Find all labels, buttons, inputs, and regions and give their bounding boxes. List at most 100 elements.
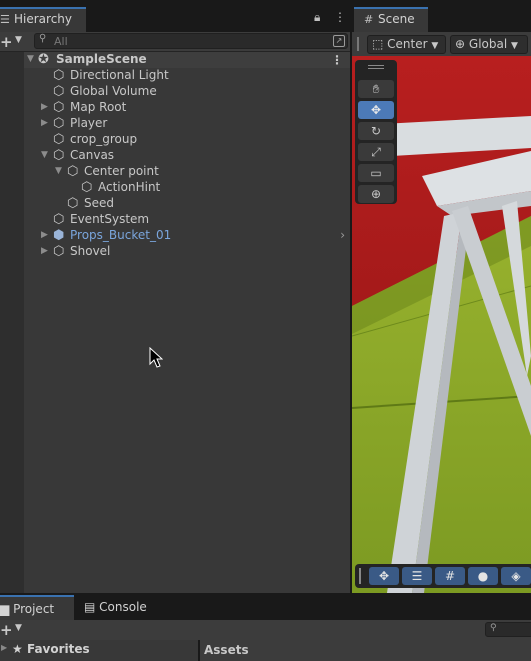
search-icon: ⚲ (39, 33, 47, 44)
gameobject-icon: ⬡ (53, 84, 65, 99)
hierarchy-item-map-root[interactable]: ▶ ⬡ Map Root (24, 100, 350, 116)
tab-scene[interactable]: # Scene (354, 7, 428, 32)
project-panel: ▆ Project ▤ Console + ▼ ⚲ ▶ ★ Favorites … (0, 595, 531, 661)
search-by-type-icon[interactable]: ↗ (333, 35, 345, 47)
gameobject-icon: ⬡ (53, 116, 65, 131)
item-label: Canvas (70, 148, 115, 162)
hand-tool-icon[interactable]: ✋︎ (358, 80, 394, 98)
expand-arrow-icon[interactable]: ▶ (41, 118, 48, 128)
scene-row[interactable]: ▼ ✪ SampleScene ⋮ (24, 52, 350, 68)
hierarchy-item-seed[interactable]: ⬡ Seed (24, 196, 350, 212)
expand-arrow-icon[interactable]: ▼ (27, 54, 34, 64)
create-asset-button[interactable]: + (0, 621, 13, 639)
hierarchy-item-global-volume[interactable]: ⬡ Global Volume (24, 84, 350, 100)
item-label: ActionHint (98, 180, 161, 194)
item-label: Seed (84, 196, 114, 210)
hierarchy-tabbar: ☰ Hierarchy 🔒︎ ⋮ (0, 0, 350, 32)
expand-arrow-icon[interactable]: ▶ (41, 230, 48, 240)
hierarchy-item-center-point[interactable]: ▼ ⬡ Center point (24, 164, 350, 180)
favorites-header[interactable]: ▶ ★ Favorites (0, 640, 198, 661)
lock-icon[interactable]: 🔒︎ (314, 10, 320, 25)
assets-breadcrumb[interactable]: Assets (200, 640, 531, 661)
prefab-icon: ⬢ (53, 228, 65, 243)
transform-tool-icon[interactable]: ⊕ (358, 185, 394, 203)
scale-tool-icon[interactable]: ⤢ (358, 143, 394, 161)
tab-console[interactable]: ▤ Console (82, 595, 162, 620)
gameobject-icon: ⬡ (53, 148, 65, 163)
scene-viewport[interactable]: ✋︎ ✥ ↻ ⤢ ▭ ⊕ ✥ ☰ # ● ◈ (352, 56, 531, 593)
create-button[interactable]: + (0, 33, 13, 51)
more-options-icon[interactable]: ⋮ (334, 10, 346, 24)
expand-arrow-icon[interactable]: ▼ (55, 166, 62, 176)
layers-icon[interactable]: ◈ (501, 567, 531, 585)
scene-toolbar: ⬚ Center ▼ ⊕ Global ▼ (352, 32, 531, 56)
tab-project[interactable]: ▆ Project (0, 595, 74, 620)
search-placeholder: All (54, 35, 68, 48)
hierarchy-item-directional-light[interactable]: ⬡ Directional Light (24, 68, 350, 84)
project-toolbar: + ▼ ⚲ (0, 620, 531, 640)
hierarchy-item-event-system[interactable]: ⬡ EventSystem (24, 212, 350, 228)
hierarchy-item-props-bucket[interactable]: ▶ ⬢ Props_Bucket_01 › (24, 228, 350, 244)
create-dropdown-icon[interactable]: ▼ (15, 35, 22, 45)
folder-icon: ▆ (0, 602, 10, 616)
grid-icon: # (364, 13, 374, 26)
hierarchy-item-crop-group[interactable]: ⬡ crop_group (24, 132, 350, 148)
hierarchy-item-action-hint[interactable]: ⬡ ActionHint (24, 180, 350, 196)
hierarchy-item-shovel[interactable]: ▶ ⬡ Shovel (24, 244, 350, 260)
item-label: Center point (84, 164, 159, 178)
search-icon: ⚲ (490, 623, 497, 633)
pivot-dropdown[interactable]: ⬚ Center ▼ (367, 35, 446, 54)
move-tool-icon[interactable]: ✥ (358, 101, 394, 119)
console-icon: ▤ (84, 600, 96, 614)
gameobject-icon: ⬡ (53, 100, 65, 115)
gameobject-icon: ⬡ (81, 180, 93, 195)
overlay-grip[interactable] (368, 65, 384, 69)
gameobject-icon: ⬡ (67, 196, 79, 211)
item-label: Props_Bucket_01 (70, 228, 172, 242)
project-search-field[interactable]: ⚲ (485, 622, 531, 637)
expand-arrow-icon[interactable]: ▶ (41, 246, 48, 256)
item-label: crop_group (70, 132, 138, 146)
globe-icon: ⊕ (455, 37, 466, 51)
expand-arrow-icon[interactable]: ▼ (41, 150, 48, 160)
item-label: EventSystem (70, 212, 150, 226)
grid-snap-icon[interactable]: # (435, 567, 465, 585)
hierarchy-gutter (0, 52, 24, 593)
shading-mode-icon[interactable]: ● (468, 567, 498, 585)
mouse-cursor-icon (149, 347, 163, 368)
item-label: Shovel (70, 244, 111, 258)
item-label: Player (70, 116, 108, 130)
rect-tool-icon[interactable]: ▭ (358, 164, 394, 182)
search-field[interactable]: ⚲ All ↗ (34, 33, 348, 49)
dropdown-caret-icon: ▼ (511, 41, 518, 51)
expand-arrow-icon[interactable]: ▶ (41, 102, 48, 112)
rotate-tool-icon[interactable]: ↻ (358, 122, 394, 140)
gameobject-icon: ⬡ (53, 244, 65, 259)
gameobject-icon: ⬡ (53, 132, 65, 147)
increment-snap-icon[interactable]: ☰ (402, 567, 432, 585)
item-label: Directional Light (70, 68, 169, 82)
create-dropdown-icon[interactable]: ▼ (15, 623, 22, 633)
transform-tools-overlay: ✋︎ ✥ ↻ ⤢ ▭ ⊕ (355, 60, 397, 204)
expand-arrow-icon[interactable]: ▶ (1, 643, 7, 652)
snap-move-icon[interactable]: ✥ (369, 567, 399, 585)
unity-scene-icon: ✪ (38, 52, 49, 67)
scene-name: SampleScene (56, 52, 147, 66)
open-prefab-chevron-icon[interactable]: › (340, 228, 345, 242)
hierarchy-panel: ☰ Hierarchy 🔒︎ ⋮ + ▼ ⚲ All ↗ ▼ ✪ SampleSc… (0, 0, 350, 593)
toolbar-grip (357, 37, 359, 51)
gameobject-icon: ⬡ (53, 68, 65, 83)
item-label: Map Root (70, 100, 127, 114)
dropdown-caret-icon: ▼ (431, 41, 439, 51)
scene-bottom-overlay: ✥ ☰ # ● ◈ (355, 564, 531, 588)
scene-panel: # Scene ⬚ Center ▼ ⊕ Global ▼ ✋︎ ✥ ↻ ⤢ ▭… (352, 0, 531, 593)
hierarchy-item-player[interactable]: ▶ ⬡ Player (24, 116, 350, 132)
overlay-grip[interactable] (359, 568, 361, 584)
star-icon: ★ (12, 642, 23, 656)
tab-hierarchy[interactable]: ☰ Hierarchy (0, 7, 86, 32)
space-dropdown[interactable]: ⊕ Global ▼ (450, 35, 528, 54)
scene-more-icon[interactable]: ⋮ (331, 53, 343, 67)
gameobject-icon: ⬡ (53, 212, 65, 227)
hierarchy-item-canvas[interactable]: ▼ ⬡ Canvas (24, 148, 350, 164)
item-label: Global Volume (70, 84, 157, 98)
